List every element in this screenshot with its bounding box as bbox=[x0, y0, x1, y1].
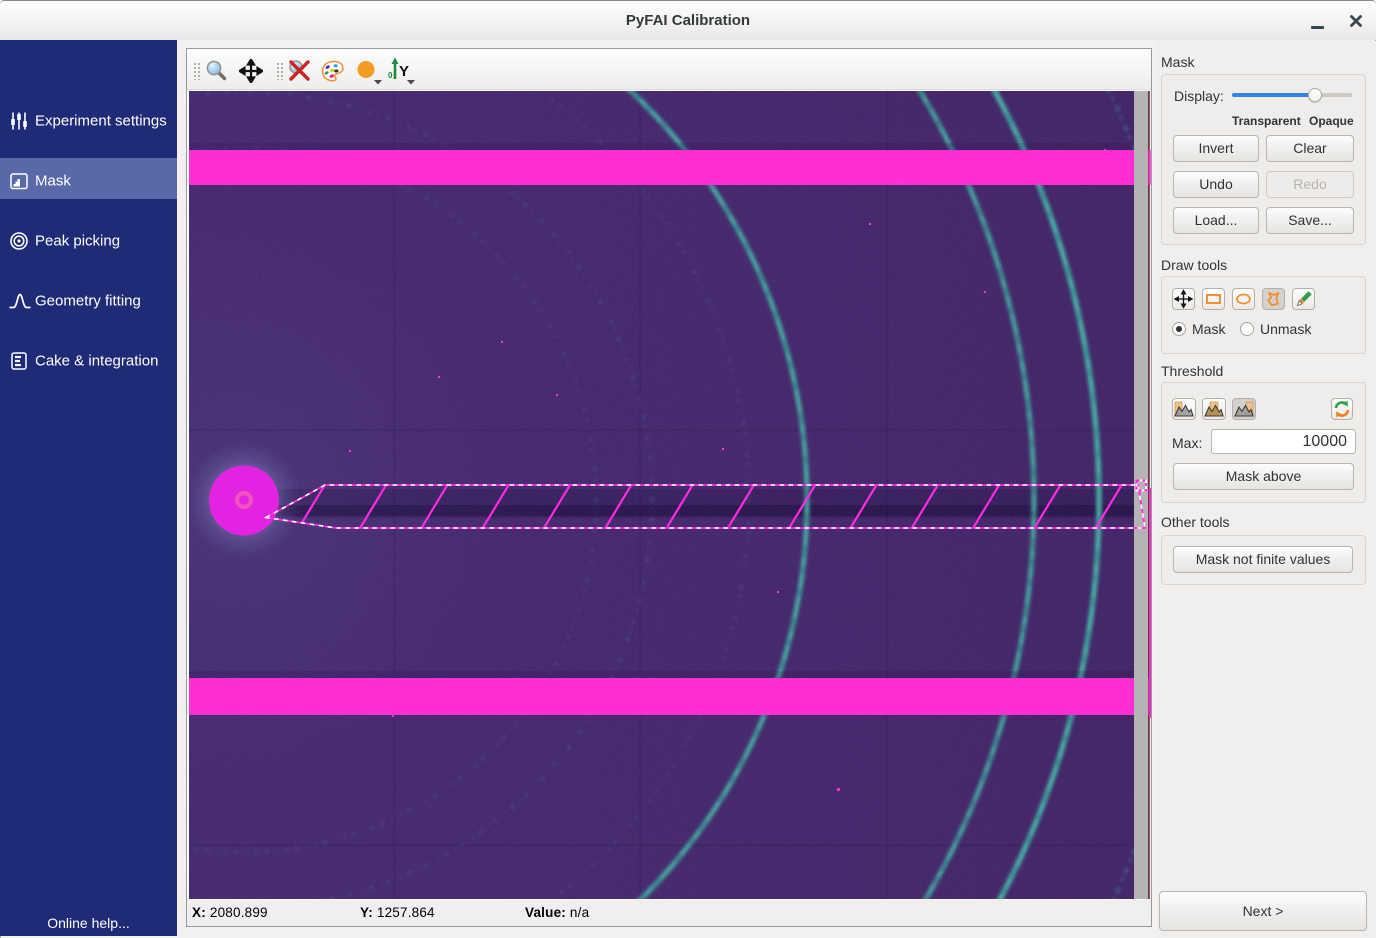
svg-text:Y: Y bbox=[399, 63, 409, 80]
svg-text:0: 0 bbox=[388, 71, 393, 80]
